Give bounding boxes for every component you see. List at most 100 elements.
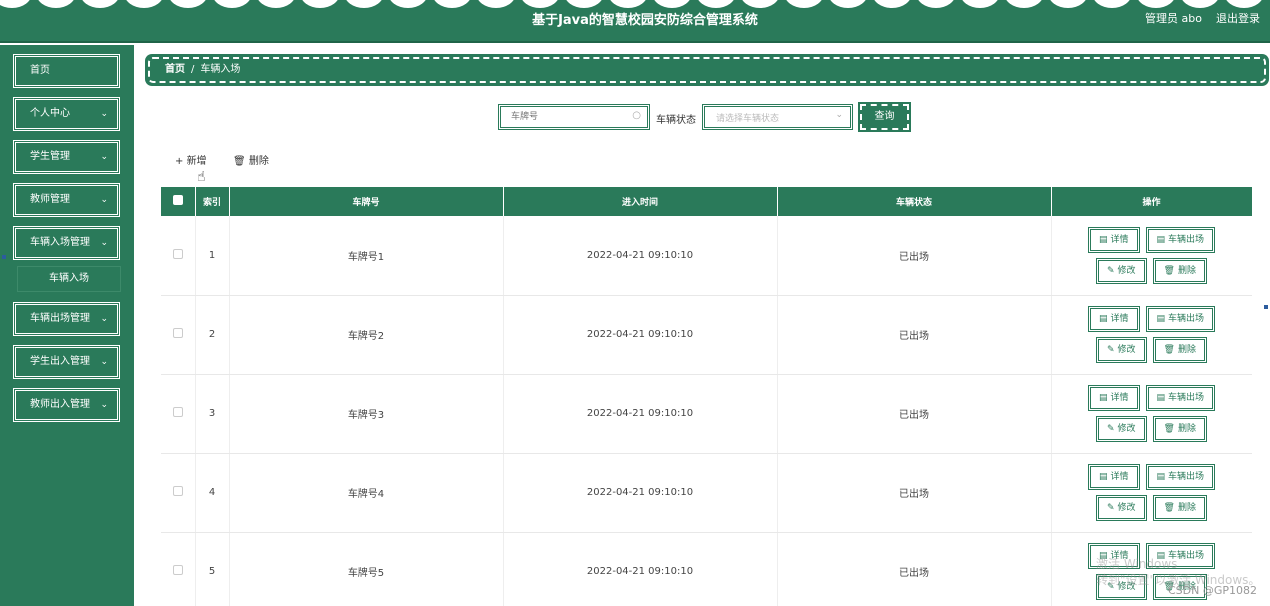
- table-header-row: 索引 车牌号 进入时间 车辆状态 操作: [161, 187, 1252, 216]
- row-plate: 车牌号4: [229, 453, 504, 533]
- resize-marker: [1264, 305, 1268, 309]
- search-icon: ○: [632, 110, 641, 121]
- chevron-down-icon: ⌄: [100, 152, 108, 162]
- document-icon: ▤: [1098, 472, 1108, 482]
- scallop-shape: [1004, 0, 1044, 8]
- edit-button[interactable]: ✎ 修改: [1095, 337, 1147, 363]
- scallop-shape: [0, 0, 32, 8]
- row-checkbox[interactable]: [172, 248, 183, 259]
- row-select-cell: [161, 216, 196, 296]
- sidebar-subitem-vehicle-entry[interactable]: 车辆入场: [17, 266, 121, 292]
- vehicle-exit-button[interactable]: ▤ 车辆出场: [1145, 464, 1216, 490]
- row-actions: ▤ 详情 ▤ 车辆出场 ✎ 修改 🗑 删除: [1051, 295, 1252, 375]
- sidebar-item-student-mgmt[interactable]: 学生管理 ⌄: [13, 140, 120, 174]
- sidebar-item-label: 学生出入管理: [30, 356, 90, 367]
- scallop-shape: [608, 0, 648, 8]
- detail-button[interactable]: ▤ 详情: [1087, 226, 1140, 253]
- chevron-down-icon: ⌄: [100, 109, 108, 119]
- scallop-shape: [300, 0, 340, 8]
- status-select[interactable]: 请选择车辆状态 ⌄: [702, 104, 853, 130]
- chevron-down-icon: ⌄: [100, 357, 108, 367]
- detail-button[interactable]: ▤ 详情: [1087, 306, 1140, 332]
- admin-user-label: 管理员 abo: [1145, 12, 1202, 25]
- table-row: 2 车牌号2 2022-04-21 09:10:10 已出场 ▤ 详情 ▤ 车辆出场…: [161, 295, 1252, 375]
- row-select-cell: [161, 295, 196, 375]
- row-index: 5: [195, 532, 230, 606]
- col-index: 索引: [195, 187, 230, 216]
- top-header: 基于Java的智慧校园安防综合管理系统 管理员 abo 退出登录: [0, 0, 1270, 43]
- trash-icon: 🗑: [233, 156, 249, 167]
- col-actions: 操作: [1051, 187, 1252, 216]
- select-all-cell[interactable]: [161, 187, 196, 216]
- detail-button[interactable]: ▤ 详情: [1087, 385, 1140, 411]
- scallop-shape: [1180, 0, 1220, 8]
- app-title: 基于Java的智慧校园安防综合管理系统: [532, 13, 758, 28]
- vehicle-exit-button[interactable]: ▤ 车辆出场: [1145, 226, 1216, 253]
- scallop-shape: [1224, 0, 1264, 8]
- table-row: 5 车牌号5 2022-04-21 09:10:10 已出场 ▤ 详情 ▤ 车辆出场…: [161, 532, 1252, 606]
- row-status: 已出场: [777, 453, 1052, 533]
- sidebar-item-label: 车辆入场管理: [30, 237, 90, 248]
- sidebar-item-teacher-mgmt[interactable]: 教师管理 ⌄: [13, 183, 120, 217]
- scallop-shape: [388, 0, 428, 8]
- scallop-shape: [520, 0, 560, 8]
- scallop-shape: [476, 0, 516, 8]
- pencil-icon: ✎: [1106, 503, 1115, 513]
- sidebar-item-label: 个人中心: [30, 108, 70, 119]
- document-icon: ▤: [1156, 393, 1166, 403]
- row-checkbox[interactable]: [172, 486, 183, 496]
- delete-row-button[interactable]: 🗑 删除: [1152, 416, 1207, 442]
- row-status: 已出场: [777, 216, 1052, 296]
- select-all-checkbox[interactable]: [172, 195, 183, 205]
- document-icon: ▤: [1098, 234, 1108, 245]
- vehicle-exit-button[interactable]: ▤ 车辆出场: [1145, 306, 1216, 332]
- sidebar-item-home[interactable]: 首页: [13, 54, 120, 88]
- detail-button[interactable]: ▤ 详情: [1087, 464, 1140, 490]
- add-button[interactable]: + 新增: [175, 152, 207, 167]
- scallop-shape: [256, 0, 296, 8]
- query-button[interactable]: 查询: [858, 102, 911, 132]
- delete-row-button[interactable]: 🗑 删除: [1152, 337, 1207, 363]
- sidebar-item-student-access-mgmt[interactable]: 学生出入管理 ⌄: [13, 345, 120, 379]
- delete-row-button[interactable]: 🗑 删除: [1152, 257, 1207, 284]
- scallop-decoration: [0, 0, 1270, 8]
- document-icon: ▤: [1098, 393, 1108, 403]
- edit-button[interactable]: ✎ 修改: [1095, 495, 1147, 521]
- row-checkbox[interactable]: [172, 407, 183, 417]
- row-checkbox[interactable]: [172, 565, 183, 575]
- sidebar-item-vehicle-exit-mgmt[interactable]: 车辆出场管理 ⌄: [13, 302, 120, 336]
- col-entry-time: 进入时间: [503, 187, 778, 216]
- plate-search-input[interactable]: [511, 107, 631, 127]
- sidebar-item-vehicle-entry-mgmt[interactable]: 车辆入场管理 ⌄: [13, 226, 120, 260]
- sidebar-item-personal-center[interactable]: 个人中心 ⌄: [13, 97, 120, 131]
- row-checkbox[interactable]: [172, 328, 183, 338]
- delete-row-button[interactable]: 🗑 删除: [1152, 495, 1207, 521]
- plate-search-field[interactable]: ○: [498, 104, 650, 130]
- row-actions: ▤ 详情 ▤ 车辆出场 ✎ 修改 🗑 删除: [1051, 374, 1252, 454]
- edit-button[interactable]: ✎ 修改: [1095, 416, 1147, 442]
- sidebar-item-label: 教师管理: [30, 194, 70, 205]
- resize-marker: [2, 255, 6, 259]
- chevron-down-icon: ⌄: [100, 314, 108, 324]
- breadcrumb-separator: /: [191, 64, 195, 75]
- csdn-watermark: CSDN @GP1082: [1168, 584, 1258, 597]
- vehicle-exit-button[interactable]: ▤ 车辆出场: [1145, 385, 1216, 411]
- batch-delete-button[interactable]: 🗑 删除: [233, 152, 269, 167]
- edit-button[interactable]: ✎ 修改: [1095, 257, 1147, 284]
- scallop-shape: [828, 0, 868, 8]
- row-status: 已出场: [777, 374, 1052, 454]
- sidebar: 首页 个人中心 ⌄ 学生管理 ⌄ 教师管理 ⌄ 车辆入场管理 ⌄ 车辆入场 车辆出场管理…: [0, 45, 134, 606]
- logout-link[interactable]: 退出登录: [1216, 10, 1260, 26]
- pencil-icon: ✎: [1106, 424, 1115, 434]
- scallop-shape: [168, 0, 208, 8]
- status-select-placeholder: 请选择车辆状态: [716, 114, 780, 124]
- pencil-icon: ✎: [1106, 265, 1115, 276]
- trash-icon: 🗑: [1163, 424, 1175, 434]
- scallop-shape: [564, 0, 604, 8]
- table-row: 3 车牌号3 2022-04-21 09:10:10 已出场 ▤ 详情 ▤ 车辆出场…: [161, 374, 1252, 454]
- row-entry-time: 2022-04-21 09:10:10: [503, 374, 778, 454]
- row-index: 3: [195, 374, 230, 454]
- scallop-shape: [1092, 0, 1132, 8]
- breadcrumb-home[interactable]: 首页: [165, 64, 185, 75]
- sidebar-item-teacher-access-mgmt[interactable]: 教师出入管理 ⌄: [13, 388, 120, 422]
